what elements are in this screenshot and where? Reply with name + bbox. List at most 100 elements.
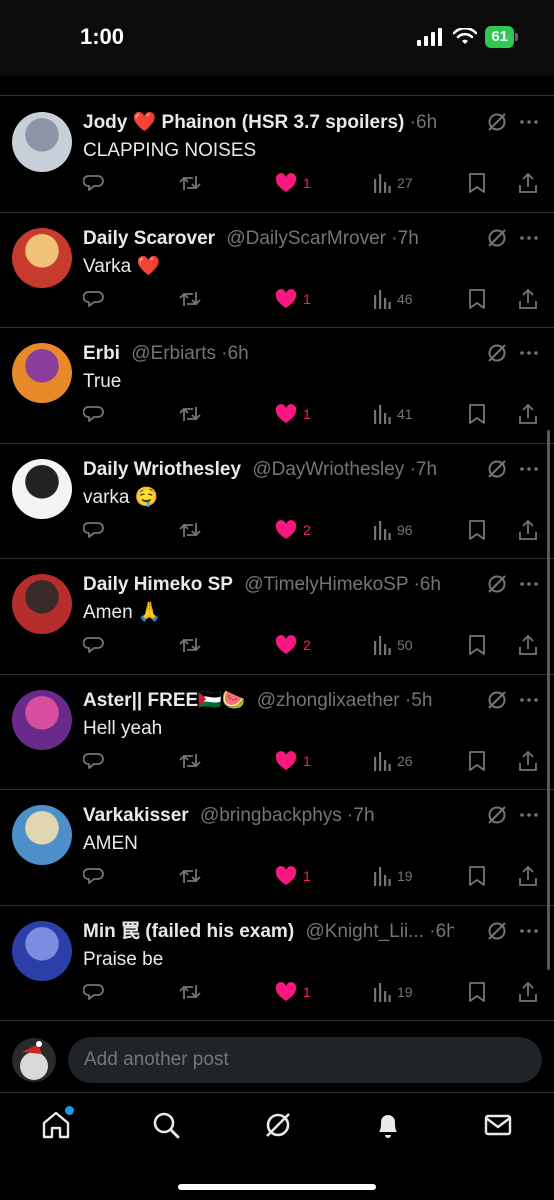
reply-post[interactable]: Varkakisser @bringbackphys ·7h AMEN 1 19 xyxy=(0,790,554,906)
author-name[interactable]: Daily Himeko SP xyxy=(83,574,233,595)
like-button[interactable]: 1 xyxy=(275,980,311,1004)
avatar[interactable] xyxy=(12,458,72,519)
grok-icon[interactable] xyxy=(486,920,508,942)
avatar[interactable] xyxy=(12,574,72,634)
bookmark-button[interactable] xyxy=(468,749,486,773)
grok-icon[interactable] xyxy=(486,458,508,480)
tab-messages[interactable] xyxy=(483,1110,513,1140)
more-dots-icon[interactable] xyxy=(518,920,540,942)
like-button[interactable]: 2 xyxy=(275,633,311,657)
repost-button[interactable] xyxy=(178,633,202,657)
share-button[interactable] xyxy=(518,171,538,195)
grok-icon[interactable] xyxy=(486,804,508,826)
grok-icon[interactable] xyxy=(486,573,508,595)
bookmark-button[interactable] xyxy=(468,287,486,311)
grok-icon[interactable] xyxy=(486,689,508,711)
reply-button[interactable] xyxy=(83,864,105,888)
tab-home[interactable] xyxy=(41,1106,74,1140)
reply-button[interactable] xyxy=(83,518,105,542)
views-button[interactable]: 19 xyxy=(373,864,413,888)
repost-button[interactable] xyxy=(178,402,202,426)
like-button[interactable]: 1 xyxy=(275,287,311,311)
avatar[interactable] xyxy=(12,343,72,403)
reply-button[interactable] xyxy=(83,402,105,426)
avatar[interactable] xyxy=(12,227,72,288)
more-dots-icon[interactable] xyxy=(518,689,540,711)
bookmark-button[interactable] xyxy=(468,518,486,542)
grok-icon[interactable] xyxy=(486,227,508,249)
author-handle[interactable]: @zhonglixaether xyxy=(257,690,400,711)
repost-button[interactable] xyxy=(178,864,202,888)
avatar[interactable] xyxy=(12,689,72,750)
views-button[interactable]: 26 xyxy=(373,749,413,773)
author-handle[interactable]: @Knight_Lii... xyxy=(305,921,424,942)
views-button[interactable]: 96 xyxy=(373,518,413,542)
more-dots-icon[interactable] xyxy=(518,227,540,249)
author-name[interactable]: Daily Scarover xyxy=(83,228,215,249)
share-button[interactable] xyxy=(518,287,538,311)
share-button[interactable] xyxy=(518,518,538,542)
bookmark-button[interactable] xyxy=(468,864,486,888)
repost-button[interactable] xyxy=(178,171,202,195)
avatar[interactable] xyxy=(12,112,72,172)
bookmark-button[interactable] xyxy=(468,171,486,195)
tab-grok[interactable] xyxy=(263,1110,293,1140)
share-button[interactable] xyxy=(518,980,538,1004)
avatar[interactable] xyxy=(12,920,72,981)
grok-icon[interactable] xyxy=(486,111,508,133)
author-name[interactable]: Varkakisser xyxy=(83,805,189,826)
author-handle[interactable]: @DailyScarMrover xyxy=(226,228,386,249)
views-button[interactable]: 19 xyxy=(373,980,413,1004)
more-dots-icon[interactable] xyxy=(518,342,540,364)
views-button[interactable]: 50 xyxy=(373,633,413,657)
author-handle[interactable]: @Erbiarts xyxy=(131,343,216,364)
bookmark-button[interactable] xyxy=(468,402,486,426)
share-button[interactable] xyxy=(518,749,538,773)
scrollbar[interactable] xyxy=(547,430,550,970)
reply-post[interactable]: Jody ❤️ Phainon (HSR 3.7 spoilers) ·6h C… xyxy=(0,97,554,213)
views-button[interactable]: 46 xyxy=(373,287,413,311)
reply-post[interactable]: Erbi @Erbiarts ·6h True 1 41 xyxy=(0,328,554,444)
more-dots-icon[interactable] xyxy=(518,111,540,133)
like-button[interactable]: 1 xyxy=(275,402,311,426)
like-button[interactable]: 1 xyxy=(275,864,311,888)
more-dots-icon[interactable] xyxy=(518,573,540,595)
add-post-input[interactable]: Add another post xyxy=(68,1037,542,1083)
share-button[interactable] xyxy=(518,633,538,657)
grok-icon[interactable] xyxy=(486,342,508,364)
author-name[interactable]: Aster|| FREE🇵🇸🍉 xyxy=(83,690,245,711)
reply-post[interactable]: Min 罠 (failed his exam) @Knight_Lii... ·… xyxy=(0,906,554,1021)
share-button[interactable] xyxy=(518,402,538,426)
reply-button[interactable] xyxy=(83,287,105,311)
author-name[interactable]: Daily Wriothesley xyxy=(83,459,241,480)
author-handle[interactable]: @TimelyHimekoSP xyxy=(244,574,408,595)
author-handle[interactable]: @bringbackphys xyxy=(200,805,342,826)
reply-feed[interactable]: Jody ❤️ Phainon (HSR 3.7 spoilers) ·6h C… xyxy=(0,97,554,1021)
like-button[interactable]: 2 xyxy=(275,518,311,542)
repost-button[interactable] xyxy=(178,749,202,773)
repost-button[interactable] xyxy=(178,518,202,542)
reply-post[interactable]: Daily Himeko SP @TimelyHimekoSP ·6h Amen… xyxy=(0,559,554,675)
more-dots-icon[interactable] xyxy=(518,804,540,826)
author-handle[interactable]: @DayWriothesley xyxy=(252,459,404,480)
bookmark-button[interactable] xyxy=(468,633,486,657)
avatar[interactable] xyxy=(12,805,72,865)
repost-button[interactable] xyxy=(178,287,202,311)
bookmark-button[interactable] xyxy=(468,980,486,1004)
share-button[interactable] xyxy=(518,864,538,888)
reply-post[interactable]: Daily Scarover @DailyScarMrover ·7h Vark… xyxy=(0,213,554,328)
tab-search[interactable] xyxy=(151,1110,181,1140)
reply-button[interactable] xyxy=(83,171,105,195)
reply-post[interactable]: Aster|| FREE🇵🇸🍉 @zhonglixaether ·5h Hell… xyxy=(0,675,554,790)
reply-button[interactable] xyxy=(83,633,105,657)
repost-button[interactable] xyxy=(178,980,202,1004)
reply-button[interactable] xyxy=(83,749,105,773)
views-button[interactable]: 41 xyxy=(373,402,413,426)
author-name[interactable]: Erbi xyxy=(83,343,120,364)
reply-button[interactable] xyxy=(83,980,105,1004)
views-button[interactable]: 27 xyxy=(373,171,413,195)
author-name[interactable]: Jody ❤️ Phainon (HSR 3.7 spoilers) xyxy=(83,112,404,133)
like-button[interactable]: 1 xyxy=(275,749,311,773)
more-dots-icon[interactable] xyxy=(518,458,540,480)
author-name[interactable]: Min 罠 (failed his exam) xyxy=(83,921,294,942)
